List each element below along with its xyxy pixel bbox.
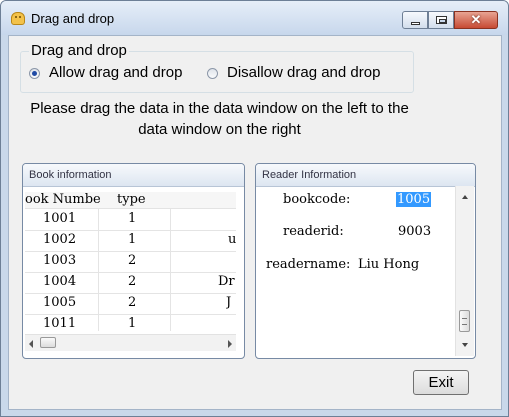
minimize-icon bbox=[411, 22, 420, 25]
allow-drag-drop-radio[interactable]: Allow drag and drop bbox=[29, 64, 199, 86]
groupbox-title: Drag and drop bbox=[29, 42, 129, 59]
close-button[interactable]: ✕ bbox=[454, 11, 498, 29]
window-title: Drag and drop bbox=[31, 11, 115, 26]
readername-label: readername: bbox=[266, 257, 351, 272]
vertical-scrollbar[interactable] bbox=[455, 186, 474, 356]
horizontal-scrollbar[interactable] bbox=[25, 334, 236, 351]
table-row[interactable]: 1005 2 J bbox=[25, 293, 236, 315]
vertical-scroll-thumb[interactable] bbox=[459, 310, 470, 332]
arrow-up-icon[interactable] bbox=[462, 195, 468, 199]
column-header-type[interactable]: type bbox=[117, 192, 146, 210]
book-information-panel: Book information ook Numbe type 1001 1 1… bbox=[22, 163, 245, 359]
radio-unselected-icon[interactable] bbox=[207, 68, 218, 79]
reader-form[interactable]: bookcode: 1005 readerid: 9003 readername… bbox=[256, 186, 454, 356]
book-type-cell[interactable]: 2 bbox=[128, 293, 136, 313]
bookcode-label: bookcode: bbox=[283, 192, 351, 207]
reader-panel-header: Reader Information bbox=[256, 164, 475, 187]
maximize-button[interactable] bbox=[428, 11, 454, 29]
title-bar[interactable]: Drag and drop ✕ bbox=[1, 1, 508, 35]
allow-drag-drop-label[interactable]: Allow drag and drop bbox=[49, 64, 182, 81]
disallow-drag-drop-radio[interactable]: Disallow drag and drop bbox=[207, 64, 397, 86]
book-data-grid[interactable]: ook Numbe type 1001 1 1002 1 u 1003 2 10… bbox=[25, 192, 236, 331]
main-window: Drag and drop ✕ Drag and drop Allow drag… bbox=[0, 0, 509, 417]
book-extra-cell[interactable]: u bbox=[228, 230, 236, 250]
book-extra-cell[interactable]: Dr bbox=[218, 272, 235, 292]
arrow-left-icon[interactable] bbox=[29, 340, 33, 348]
arrow-down-icon[interactable] bbox=[462, 343, 468, 347]
exit-button[interactable]: Exit bbox=[413, 370, 469, 395]
book-type-cell[interactable]: 1 bbox=[128, 230, 136, 250]
table-row[interactable]: 1004 2 Dr bbox=[25, 272, 236, 294]
instruction-line-2: data window on the right bbox=[138, 121, 301, 138]
readerid-field[interactable]: 9003 bbox=[398, 224, 431, 239]
minimize-button[interactable] bbox=[402, 11, 428, 29]
radio-selected-icon[interactable] bbox=[29, 68, 40, 79]
book-number-cell[interactable]: 1004 bbox=[43, 272, 76, 292]
drag-drop-groupbox: Drag and drop Allow drag and drop Disall… bbox=[20, 42, 414, 93]
disallow-drag-drop-label[interactable]: Disallow drag and drop bbox=[227, 64, 380, 81]
radio-dot bbox=[32, 71, 37, 76]
arrow-right-icon[interactable] bbox=[228, 340, 232, 348]
table-row[interactable]: 1003 2 bbox=[25, 251, 236, 273]
book-number-cell[interactable]: 1002 bbox=[43, 230, 76, 250]
readername-field[interactable]: Liu Hong bbox=[358, 257, 419, 272]
book-type-cell[interactable]: 2 bbox=[128, 272, 136, 292]
table-row[interactable]: 1001 1 bbox=[25, 209, 236, 231]
book-type-cell[interactable]: 2 bbox=[128, 251, 136, 271]
readerid-label: readerid: bbox=[283, 224, 344, 239]
close-icon: ✕ bbox=[470, 12, 482, 27]
horizontal-scroll-thumb[interactable] bbox=[40, 337, 56, 348]
column-header-book-number[interactable]: ook Numbe bbox=[25, 192, 101, 210]
book-type-cell[interactable]: 1 bbox=[128, 314, 136, 331]
table-row[interactable]: 1002 1 u bbox=[25, 230, 236, 252]
book-number-cell[interactable]: 1003 bbox=[43, 251, 76, 271]
app-icon bbox=[11, 12, 25, 25]
maximize-icon bbox=[436, 16, 447, 24]
client-area: Drag and drop Allow drag and drop Disall… bbox=[8, 35, 502, 410]
table-row[interactable]: 1011 1 bbox=[25, 314, 236, 331]
book-number-cell[interactable]: 1011 bbox=[43, 314, 76, 331]
bookcode-field[interactable]: 1005 bbox=[396, 192, 432, 207]
grid-header: ook Numbe type bbox=[25, 192, 236, 209]
instruction-line-1: Please drag the data in the data window … bbox=[30, 100, 409, 117]
book-number-cell[interactable]: 1005 bbox=[43, 293, 76, 313]
instruction-text: Please drag the data in the data window … bbox=[9, 98, 430, 140]
book-panel-header: Book information bbox=[23, 164, 244, 187]
book-extra-cell[interactable]: J bbox=[226, 293, 231, 313]
book-number-cell[interactable]: 1001 bbox=[43, 209, 76, 229]
reader-information-panel: Reader Information bookcode: 1005 reader… bbox=[255, 163, 476, 359]
book-type-cell[interactable]: 1 bbox=[128, 209, 136, 229]
